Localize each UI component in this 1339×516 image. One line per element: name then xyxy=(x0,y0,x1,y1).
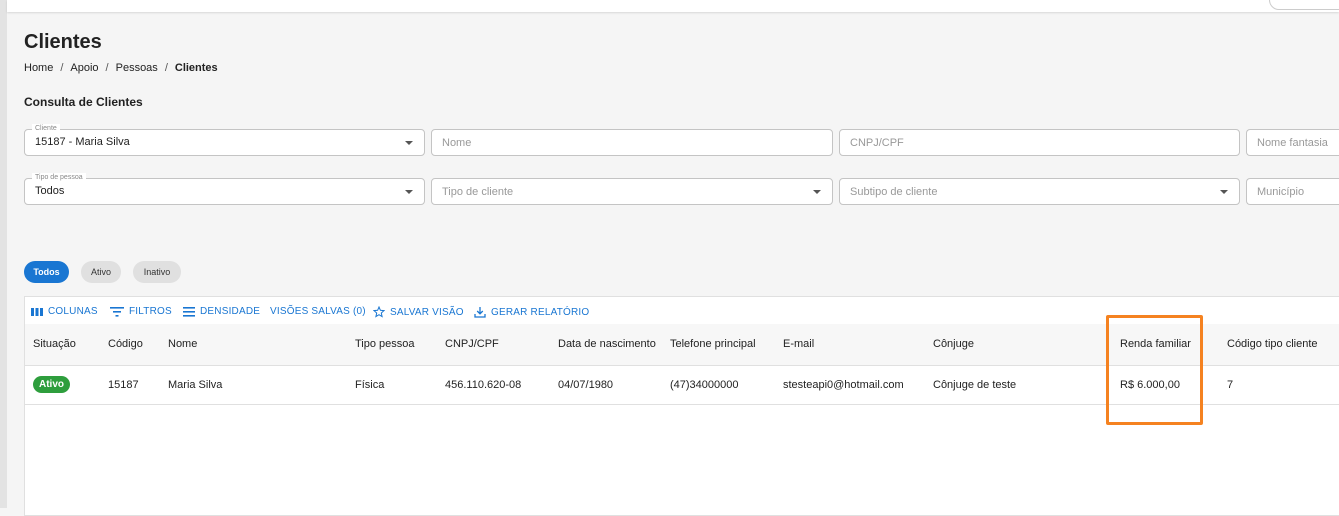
column-header-situacao[interactable]: Situação xyxy=(33,338,76,350)
municipio-input[interactable]: Município xyxy=(1246,178,1339,205)
star-icon xyxy=(373,306,385,318)
cell-codigo-tipo-cliente: 7 xyxy=(1227,379,1234,391)
renda-familiar-highlight-box xyxy=(1106,315,1203,425)
top-bar-control[interactable] xyxy=(1269,0,1339,10)
columns-icon xyxy=(31,307,43,316)
density-button[interactable]: DENSIDADE xyxy=(183,306,260,317)
status-badge: Ativo xyxy=(33,376,70,393)
subtipo-cliente-placeholder: Subtipo de cliente xyxy=(850,186,938,198)
breadcrumb-separator: / xyxy=(60,62,64,74)
cnpj-cpf-placeholder: CNPJ/CPF xyxy=(850,137,904,149)
cell-conjuge: Cônjuge de teste xyxy=(933,379,1017,391)
breadcrumb-separator: / xyxy=(105,62,109,74)
breadcrumb: Home / Apoio / Pessoas / Clientes xyxy=(24,62,218,74)
saved-views-label: VISÕES SALVAS (0) xyxy=(270,306,366,317)
column-header-data-nascimento[interactable]: Data de nascimento xyxy=(558,338,656,350)
column-header-telefone[interactable]: Telefone principal xyxy=(670,338,756,350)
nome-placeholder: Nome xyxy=(442,137,472,149)
cell-nome: Maria Silva xyxy=(168,379,223,391)
subtipo-cliente-select[interactable]: Subtipo de cliente xyxy=(839,178,1240,205)
caret-down-icon xyxy=(1220,190,1228,194)
nome-input[interactable]: Nome xyxy=(431,129,833,156)
page-title: Clientes xyxy=(24,31,102,53)
municipio-placeholder: Município xyxy=(1257,186,1305,198)
caret-down-icon xyxy=(405,190,413,194)
tipo-pessoa-value: Todos xyxy=(35,185,65,197)
filter-icon xyxy=(110,306,124,317)
breadcrumb-separator: / xyxy=(164,62,168,74)
columns-button[interactable]: COLUNAS xyxy=(31,306,98,317)
tipo-pessoa-label: Tipo de pessoa xyxy=(32,173,86,183)
breadcrumb-current: Clientes xyxy=(174,62,218,74)
cell-tipo-pessoa: Física xyxy=(355,379,385,391)
density-icon xyxy=(183,306,195,317)
breadcrumb-pessoas[interactable]: Pessoas xyxy=(116,62,158,74)
generate-report-label: GERAR RELATÓRIO xyxy=(491,306,590,318)
column-header-conjuge[interactable]: Cônjuge xyxy=(933,338,974,350)
column-header-nome[interactable]: Nome xyxy=(168,338,197,350)
cell-codigo: 15187 xyxy=(108,379,139,391)
filters-button[interactable]: FILTROS xyxy=(110,306,172,317)
tipo-cliente-placeholder: Tipo de cliente xyxy=(442,186,514,198)
breadcrumb-apoio[interactable]: Apoio xyxy=(70,62,98,74)
tipo-pessoa-select[interactable]: Tipo de pessoa Todos xyxy=(24,173,425,205)
caret-down-icon xyxy=(405,141,413,145)
cnpj-cpf-input[interactable]: CNPJ/CPF xyxy=(839,129,1240,156)
save-view-label: SALVAR VISÃO xyxy=(390,306,464,318)
saved-views-button[interactable]: VISÕES SALVAS (0) xyxy=(270,306,366,317)
column-header-tipo-pessoa[interactable]: Tipo pessoa xyxy=(355,338,415,350)
chip-ativo[interactable]: Ativo xyxy=(81,261,121,283)
cliente-label: Cliente xyxy=(32,124,60,134)
column-header-cnpj-cpf[interactable]: CNPJ/CPF xyxy=(445,338,499,350)
chip-todos[interactable]: Todos xyxy=(24,261,69,283)
cell-cnpj-cpf: 456.110.620-08 xyxy=(445,379,522,391)
column-header-email[interactable]: E-mail xyxy=(783,338,814,350)
cell-data-nascimento: 04/07/1980 xyxy=(558,379,614,391)
section-title: Consulta de Clientes xyxy=(24,95,143,109)
cliente-value: 15187 - Maria Silva xyxy=(35,136,130,148)
density-label: DENSIDADE xyxy=(200,306,261,317)
left-edge-strip xyxy=(0,0,7,508)
nome-fantasia-placeholder: Nome fantasia xyxy=(1257,137,1328,149)
nome-fantasia-input[interactable]: Nome fantasia xyxy=(1246,129,1339,156)
caret-down-icon xyxy=(813,190,821,194)
columns-label: COLUNAS xyxy=(48,306,98,317)
tipo-cliente-select[interactable]: Tipo de cliente xyxy=(431,178,833,205)
chip-inativo[interactable]: Inativo xyxy=(133,261,181,283)
filters-label: FILTROS xyxy=(129,306,172,317)
cell-telefone: (47)34000000 xyxy=(670,379,739,391)
cliente-select[interactable]: Cliente 15187 - Maria Silva xyxy=(24,124,425,156)
column-header-codigo-tipo-cliente[interactable]: Código tipo cliente xyxy=(1227,338,1318,350)
generate-report-button[interactable]: GERAR RELATÓRIO xyxy=(474,306,589,318)
breadcrumb-home[interactable]: Home xyxy=(24,62,53,74)
download-icon xyxy=(474,307,486,318)
column-header-codigo[interactable]: Código xyxy=(108,338,143,350)
cell-email: stesteapi0@hotmail.com xyxy=(783,379,904,391)
top-app-bar xyxy=(7,0,1339,12)
save-view-button[interactable]: SALVAR VISÃO xyxy=(373,306,464,318)
